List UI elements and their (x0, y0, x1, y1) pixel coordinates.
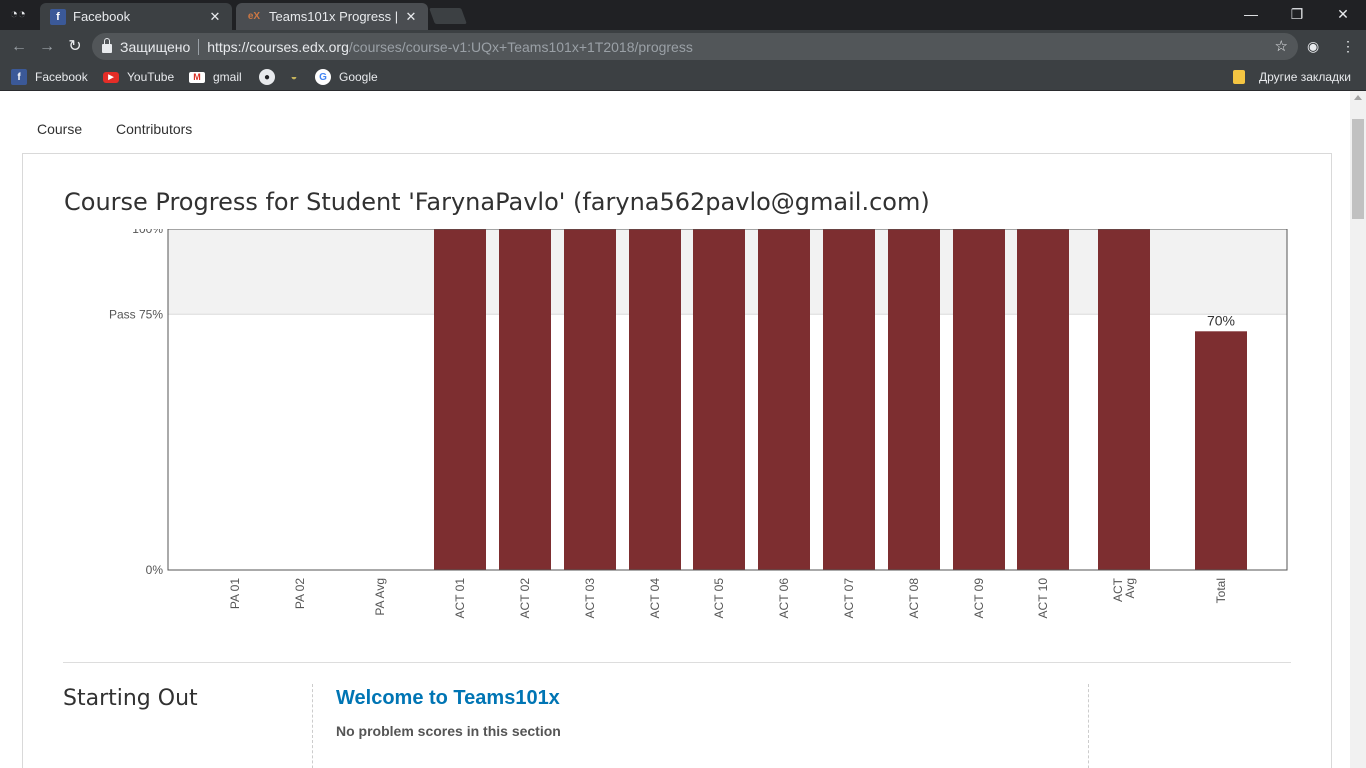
column-divider (1088, 684, 1089, 768)
github-icon: ● (259, 69, 275, 85)
close-icon[interactable]: ✕ (208, 9, 222, 25)
bar (953, 229, 1005, 570)
gmail-icon: M (189, 71, 205, 83)
address-bar[interactable]: Защищено https://courses.edx.org/courses… (92, 33, 1298, 60)
x-tick-label: ACT 05 (712, 578, 726, 619)
youtube-icon: ▶ (103, 71, 119, 83)
course-nav: Course Contributors (37, 121, 222, 137)
new-tab-button[interactable] (429, 8, 467, 24)
tab-edx-progress[interactable]: eX Teams101x Progress | edX ✕ (236, 3, 428, 30)
other-bookmarks[interactable]: Другие закладки (1233, 68, 1351, 86)
x-tick-label: ACT 01 (453, 578, 467, 619)
nav-contributors-link[interactable]: Contributors (116, 121, 192, 137)
page-content: Course Contributors Course Progress for … (0, 91, 1350, 768)
bookmark-gmail[interactable]: M gmail (189, 68, 242, 86)
back-icon[interactable]: ← (9, 37, 29, 57)
bookmark-label: gmail (213, 70, 242, 84)
extension-icon[interactable]: ◉ (1307, 38, 1319, 55)
x-tick-label: PA Avg (373, 578, 387, 616)
bookmark-star-icon[interactable]: ☆ (1275, 37, 1288, 55)
column-divider (312, 684, 313, 768)
forward-icon[interactable]: → (37, 37, 57, 57)
lock-icon (102, 38, 112, 53)
restore-button[interactable]: ❐ (1274, 0, 1320, 30)
bar (499, 229, 551, 570)
incognito-icon: ◔◔ (10, 6, 26, 21)
divider (63, 662, 1291, 663)
x-tick-label: ACT 07 (842, 578, 856, 619)
scroll-thumb[interactable] (1352, 119, 1364, 219)
bookmark-label: Google (339, 70, 378, 84)
nav-course-link[interactable]: Course (37, 121, 82, 137)
bookmark-google[interactable]: G Google (315, 68, 378, 86)
google-icon: G (315, 69, 331, 85)
bookmarks-bar: f Facebook ▶ YouTube M gmail ● ◒ G Googl… (0, 63, 1366, 91)
y-tick-label: 0% (146, 563, 164, 577)
bookmark-github[interactable]: ● (259, 68, 283, 86)
x-tick-label: PA 01 (228, 578, 242, 609)
y-tick-label: Pass 75% (109, 307, 163, 321)
bookmark-facebook[interactable]: f Facebook (11, 68, 88, 86)
folder-icon (1233, 70, 1245, 84)
bookmark-label: Facebook (35, 70, 88, 84)
tab-title: Facebook (73, 9, 131, 24)
close-icon[interactable]: ✕ (404, 9, 418, 25)
page-title: Course Progress for Student 'FarynaPavlo… (64, 188, 930, 216)
other-bookmarks-label: Другие закладки (1259, 70, 1351, 84)
section-title: Starting Out (63, 686, 198, 711)
x-tick-label: ACTAvg (1111, 577, 1137, 602)
bookmark-youtube[interactable]: ▶ YouTube (103, 68, 174, 86)
x-tick-label: ACT 03 (583, 578, 597, 619)
subsection-note: No problem scores in this section (336, 723, 561, 739)
bar (1195, 331, 1247, 570)
bar (564, 229, 616, 570)
data-label: 70% (1207, 312, 1235, 328)
menu-icon[interactable]: ⋮ (1341, 38, 1355, 55)
url-path: /courses/course-v1:UQx+Teams101x+1T2018/… (348, 38, 693, 55)
reload-icon[interactable]: ↻ (65, 37, 85, 57)
window-close-button[interactable]: ✕ (1320, 0, 1366, 30)
y-tick-label: 100% (132, 229, 163, 236)
edx-icon: eX (247, 11, 261, 22)
x-tick-label: ACT 04 (648, 578, 662, 619)
progress-panel: Course Progress for Student 'FarynaPavlo… (22, 153, 1332, 768)
bookmark-mask[interactable]: ◒ (286, 68, 310, 86)
page-scrollbar[interactable] (1350, 91, 1366, 768)
tab-facebook[interactable]: f Facebook ✕ (40, 3, 232, 30)
progress-chart: 0% Pass 75% 100% PA 01 PA 02 PA Avg ACT 01 ACT … (109, 229, 1288, 619)
bar (693, 229, 745, 570)
facebook-icon: f (50, 8, 66, 25)
subsection-title-link[interactable]: Welcome to Teams101x (336, 687, 560, 710)
bar (823, 229, 875, 570)
bar (888, 229, 940, 570)
bar (1017, 229, 1069, 570)
security-label: Защищено (120, 38, 191, 55)
x-tick-label: Total (1214, 578, 1228, 603)
minimize-button[interactable]: — (1228, 0, 1274, 30)
bar (434, 229, 486, 570)
scroll-up-arrow[interactable] (1354, 95, 1362, 100)
tab-strip: ◔◔ f Facebook ✕ eX Teams101x Progress | … (0, 0, 1366, 30)
bar (758, 229, 810, 570)
bookmark-label: YouTube (127, 70, 175, 84)
x-tick-label: ACT 09 (972, 578, 986, 619)
x-tick-label: ACT 10 (1036, 578, 1050, 619)
x-tick-label: ACT 06 (777, 578, 791, 619)
browser-toolbar: ← → ↻ Защищено https://courses.edx.org/c… (0, 30, 1366, 63)
x-tick-label: ACT 02 (518, 578, 532, 619)
url-host: https://courses.edx.org (207, 38, 349, 55)
x-tick-label: PA 02 (293, 578, 307, 609)
x-tick-label: ACT 08 (907, 578, 921, 619)
bar (629, 229, 681, 570)
mask-icon: ◒ (290, 71, 298, 83)
divider (198, 38, 200, 55)
bar (1098, 229, 1150, 570)
tab-title: Teams101x Progress | edX (269, 9, 398, 24)
facebook-icon: f (11, 69, 27, 85)
